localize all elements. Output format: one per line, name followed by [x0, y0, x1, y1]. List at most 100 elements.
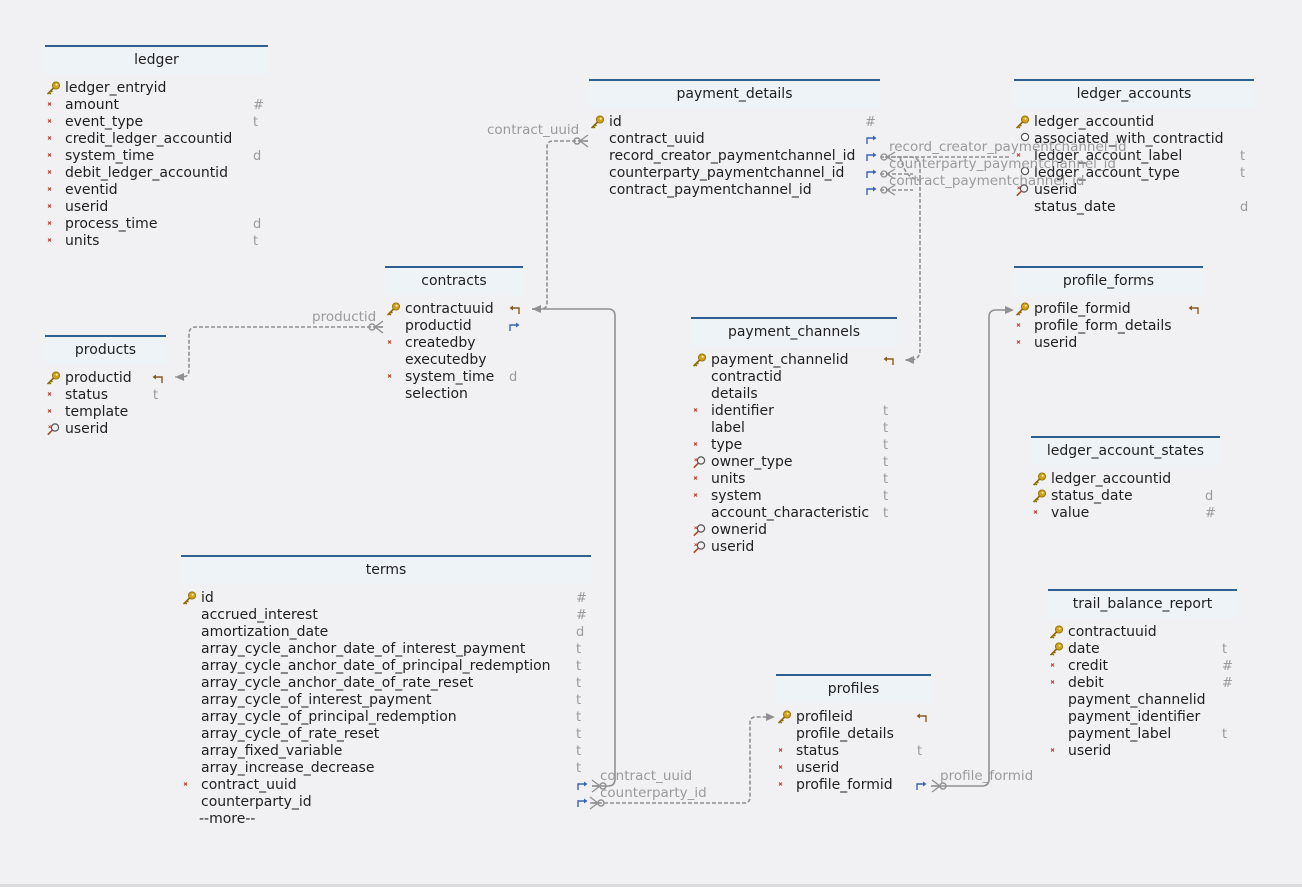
- column-name: array_fixed_variable: [201, 743, 343, 759]
- table-ledger-account-states[interactable]: ledger_account_states ledger_accountid sta…: [1031, 436, 1220, 522]
- column-row[interactable]: userid: [45, 199, 268, 216]
- column-row[interactable]: eventid: [45, 182, 268, 199]
- table-terms[interactable]: terms id # accrued_interest # amortization_da…: [181, 555, 591, 828]
- column-row[interactable]: record_creator_paymentchannel_id: [589, 148, 880, 165]
- column-row[interactable]: profileid: [776, 709, 931, 726]
- column-name: date: [1068, 641, 1100, 657]
- column-row[interactable]: profile_formid: [1014, 301, 1203, 318]
- table-header[interactable]: contracts: [385, 266, 523, 295]
- column-row[interactable]: array_cycle_anchor_date_of_rate_reset t: [181, 675, 591, 692]
- column-row[interactable]: status_date d: [1014, 199, 1254, 216]
- column-row[interactable]: contractuuid: [385, 301, 523, 318]
- table-products[interactable]: products productid status t template userid: [45, 335, 166, 438]
- column-row[interactable]: system_time d: [45, 148, 268, 165]
- column-row[interactable]: userid: [691, 539, 897, 556]
- column-row[interactable]: array_cycle_of_interest_payment t: [181, 692, 591, 709]
- column-row[interactable]: profile_formid: [776, 777, 931, 794]
- column-row[interactable]: array_cycle_of_rate_reset t: [181, 726, 591, 743]
- column-row[interactable]: userid: [1048, 743, 1237, 760]
- column-row[interactable]: ledger_accountid: [1031, 471, 1220, 488]
- column-row[interactable]: array_cycle_of_principal_redemption t: [181, 709, 591, 726]
- column-row[interactable]: selection: [385, 386, 523, 403]
- column-row[interactable]: payment_channelid: [1048, 692, 1237, 709]
- table-trail-balance-report[interactable]: trail_balance_report contractuuid date t cre…: [1048, 589, 1237, 760]
- column-row[interactable]: credit #: [1048, 658, 1237, 675]
- table-header[interactable]: ledger_accounts: [1014, 79, 1254, 108]
- column-row[interactable]: userid: [1014, 335, 1203, 352]
- table-profiles[interactable]: profiles profileid profile_details status t u…: [776, 674, 931, 794]
- column-row[interactable]: contract_paymentchannel_id: [589, 182, 880, 199]
- column-row[interactable]: identifier t: [691, 403, 897, 420]
- table-header[interactable]: ledger: [45, 45, 268, 74]
- column-row[interactable]: type t: [691, 437, 897, 454]
- column-row[interactable]: template: [45, 404, 166, 421]
- table-contracts[interactable]: contracts contractuuid productid createdby e…: [385, 266, 523, 403]
- column-row[interactable]: payment_channelid: [691, 352, 897, 369]
- primary-key-icon: [1014, 114, 1031, 131]
- table-profile-forms[interactable]: profile_forms profile_formid profile_form_…: [1014, 266, 1203, 352]
- column-row[interactable]: accrued_interest #: [181, 607, 591, 624]
- column-row[interactable]: event_type t: [45, 114, 268, 131]
- table-header[interactable]: products: [45, 335, 166, 364]
- required-marker-icon: [1048, 658, 1065, 675]
- column-row[interactable]: id #: [181, 590, 591, 607]
- table-header[interactable]: profiles: [776, 674, 931, 703]
- table-header[interactable]: terms: [181, 555, 591, 584]
- table-header[interactable]: payment_details: [589, 79, 880, 108]
- column-row[interactable]: array_fixed_variable t: [181, 743, 591, 760]
- table-header[interactable]: ledger_account_states: [1031, 436, 1220, 465]
- column-row[interactable]: date t: [1048, 641, 1237, 658]
- column-row[interactable]: system_time d: [385, 369, 523, 386]
- column-row[interactable]: status t: [776, 743, 931, 760]
- column-row[interactable]: counterparty_id: [181, 794, 591, 811]
- column-row[interactable]: array_cycle_anchor_date_of_principal_red…: [181, 658, 591, 675]
- column-row[interactable]: userid: [776, 760, 931, 777]
- column-row[interactable]: payment_identifier: [1048, 709, 1237, 726]
- column-row[interactable]: ledger_accountid: [1014, 114, 1254, 131]
- column-row[interactable]: payment_label t: [1048, 726, 1237, 743]
- column-row[interactable]: owner_type t: [691, 454, 897, 471]
- column-row[interactable]: account_characteristic t: [691, 505, 897, 522]
- column-row[interactable]: amount #: [45, 97, 268, 114]
- column-row[interactable]: ledger_entryid: [45, 80, 268, 97]
- column-row[interactable]: contractuuid: [1048, 624, 1237, 641]
- column-row[interactable]: productid: [45, 370, 166, 387]
- column-row[interactable]: status_date d: [1031, 488, 1220, 505]
- column-row[interactable]: process_time d: [45, 216, 268, 233]
- column-row[interactable]: amortization_date d: [181, 624, 591, 641]
- table-header[interactable]: trail_balance_report: [1048, 589, 1237, 618]
- required-marker-icon: [691, 471, 708, 488]
- table-payment-details[interactable]: payment_details id # contract_uuid record_cr…: [589, 79, 880, 199]
- column-row[interactable]: units t: [691, 471, 897, 488]
- table-ledger[interactable]: ledger ledger_entryid amount # event_type t cr…: [45, 45, 268, 250]
- column-row[interactable]: profile_form_details: [1014, 318, 1203, 335]
- column-row[interactable]: contract_uuid: [181, 777, 591, 794]
- column-row[interactable]: array_cycle_anchor_date_of_interest_paym…: [181, 641, 591, 658]
- column-row[interactable]: contractid: [691, 369, 897, 386]
- column-row[interactable]: id #: [589, 114, 880, 131]
- column-row[interactable]: credit_ledger_accountid: [45, 131, 268, 148]
- table-payment-channels[interactable]: payment_channels payment_channelid contrac…: [691, 317, 897, 556]
- column-row[interactable]: status t: [45, 387, 166, 404]
- column-row[interactable]: array_increase_decrease t: [181, 760, 591, 777]
- column-row[interactable]: label t: [691, 420, 897, 437]
- table-header[interactable]: profile_forms: [1014, 266, 1203, 295]
- column-row[interactable]: executedby: [385, 352, 523, 369]
- column-row[interactable]: ownerid: [691, 522, 897, 539]
- column-list: contractuuid date t credit # debit # payment_ch…: [1048, 618, 1237, 760]
- column-row[interactable]: debit #: [1048, 675, 1237, 692]
- column-row[interactable]: productid: [385, 318, 523, 335]
- column-list: productid status t template userid: [45, 364, 166, 438]
- column-row[interactable]: counterparty_paymentchannel_id: [589, 165, 880, 182]
- column-row[interactable]: debit_ledger_accountid: [45, 165, 268, 182]
- more-columns-link[interactable]: --more--: [179, 811, 591, 828]
- column-row[interactable]: createdby: [385, 335, 523, 352]
- column-row[interactable]: units t: [45, 233, 268, 250]
- column-row[interactable]: value #: [1031, 505, 1220, 522]
- table-header[interactable]: payment_channels: [691, 317, 897, 346]
- column-row[interactable]: details: [691, 386, 897, 403]
- column-row[interactable]: contract_uuid: [589, 131, 880, 148]
- column-row[interactable]: profile_details: [776, 726, 931, 743]
- column-row[interactable]: system t: [691, 488, 897, 505]
- column-row[interactable]: userid: [45, 421, 166, 438]
